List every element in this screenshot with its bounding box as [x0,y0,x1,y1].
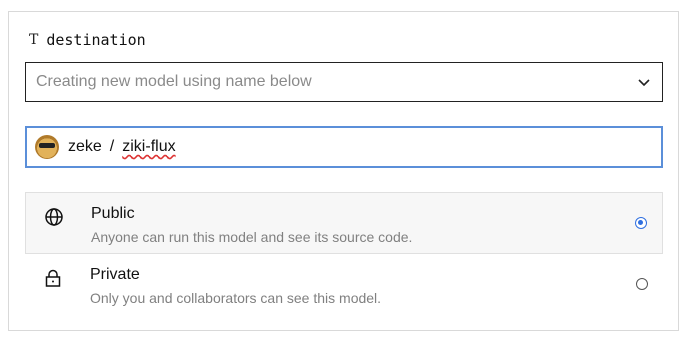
destination-label: T destination [29,31,146,49]
model-name-input[interactable]: zeke / ziki-flux [25,126,663,168]
destination-select[interactable]: Creating new model using name below [25,62,663,102]
text-type-icon: T [29,32,39,48]
visibility-option-description: Anyone can run this model and see its so… [91,229,413,245]
visibility-option-private[interactable]: Private Only you and collaborators can s… [25,254,663,316]
destination-label-text: destination [46,31,146,49]
model-owner: zeke [68,138,102,155]
public-radio[interactable] [635,217,647,229]
lock-icon [45,269,61,287]
model-name-value[interactable]: ziki-flux [122,138,175,156]
visibility-option-public[interactable]: Public Anyone can run this model and see… [25,192,663,254]
private-radio[interactable] [636,278,648,290]
model-name-separator: / [109,138,115,155]
chevron-down-icon [638,79,650,87]
visibility-option-title: Public [91,205,135,222]
visibility-option-description: Only you and collaborators can see this … [90,290,382,306]
destination-select-value: Creating new model using name below [36,73,312,90]
avatar [35,135,59,159]
visibility-option-title: Private [90,266,140,283]
globe-icon [45,208,63,226]
destination-panel: T destination Creating new model using n… [8,11,679,331]
